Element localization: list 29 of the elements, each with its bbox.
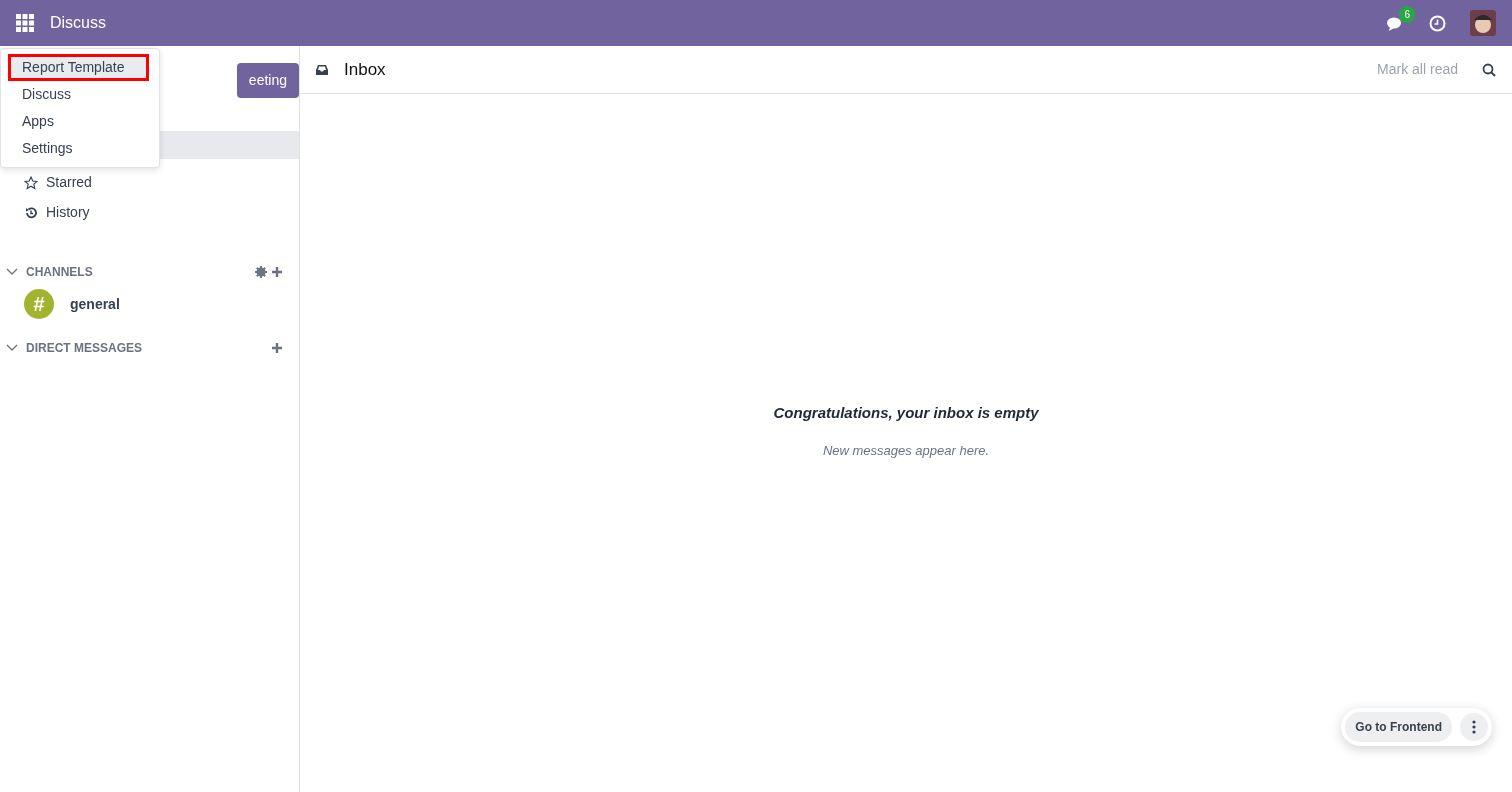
kebab-icon [1472, 720, 1476, 734]
star-icon [24, 175, 38, 190]
history-icon [24, 205, 38, 220]
add-icon[interactable] [271, 266, 283, 278]
empty-title: Congratulations, your inbox is empty [772, 403, 1040, 423]
search-icon[interactable] [1482, 62, 1496, 77]
gear-icon[interactable] [255, 266, 267, 278]
unread-count: 6 [1399, 6, 1415, 24]
inbox-icon [316, 64, 328, 75]
empty-subtitle: New messages appear here. [821, 441, 991, 460]
mailbox-item[interactable]: Starred [46, 172, 92, 193]
app-name: Discuss [50, 13, 106, 33]
section-title[interactable]: DIRECT MESSAGES [26, 339, 142, 357]
channel-item[interactable]: general [70, 293, 120, 315]
menu-item[interactable]: Discuss [8, 81, 149, 108]
menu-item[interactable]: Report Template [8, 54, 149, 81]
section-title[interactable]: CHANNELS [26, 263, 93, 281]
avatar-icon[interactable] [1470, 10, 1496, 36]
go-to-frontend-button[interactable]: Go to Frontend [1345, 712, 1452, 742]
add-icon[interactable] [271, 342, 283, 354]
menu-item[interactable]: Apps [8, 108, 149, 135]
start-meeting-button[interactable]: eeting [236, 63, 299, 98]
page-title: Inbox [344, 58, 386, 81]
mailbox-item[interactable]: History [46, 202, 90, 223]
more-button[interactable] [1460, 713, 1488, 741]
app-grid-icon[interactable] [16, 14, 34, 32]
channel-avatar: # [24, 289, 54, 319]
clock-icon[interactable] [1429, 14, 1446, 32]
menu-item[interactable]: Settings [8, 135, 149, 162]
